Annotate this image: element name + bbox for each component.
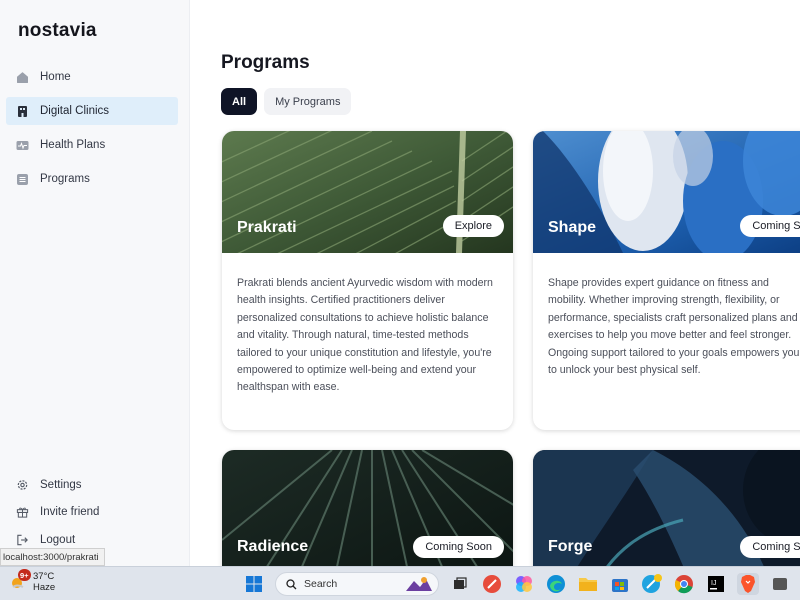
forge-image: Forge Coming Soon [533,450,800,566]
explore-button[interactable]: Explore [442,215,504,237]
coming-soon-button[interactable]: Coming Soon [413,536,504,558]
heartbeat-icon [16,139,29,152]
card-title: Prakrati [237,219,297,236]
jetbrains-icon[interactable]: IJ [705,573,727,595]
radience-image: Radience Coming Soon [222,450,513,566]
card-title: Shape [548,219,597,236]
coming-soon-button[interactable]: Coming Soon [740,215,800,237]
file-explorer-icon[interactable] [577,573,599,595]
program-card-prakrati[interactable]: Prakrati Explore Prakrati blends ancient… [222,131,513,430]
card-title: Radience [237,538,309,555]
sidebar-nav: Home Digital Clinics Health Plans Progra… [6,63,178,199]
sidebar-item-label: Invite friend [40,506,100,519]
sidebar-item-health-plans[interactable]: Health Plans [6,131,178,159]
sidebar-item-home[interactable]: Home [6,63,178,91]
taskbar: 9+ 37°C Haze Search IJ [0,566,800,600]
sidebar-item-label: Home [40,71,71,83]
app-window: nostavia Home Digital Clinics Health Pla… [0,0,800,566]
logout-icon [16,533,29,546]
card-description: Prakrati blends ancient Ayurvedic wisdom… [237,277,493,394]
sidebar-item-label: Health Plans [40,139,106,151]
home-icon [16,71,29,84]
app-notification-icon[interactable] [641,573,663,595]
weather-text: 37°C Haze [33,571,55,593]
clinic-icon [16,105,29,118]
sidebar-item-label: Programs [40,173,90,185]
taskbar-search[interactable]: Search [275,572,439,596]
copilot-icon[interactable] [513,573,535,595]
sidebar-bottom-nav: Settings Invite friend Logout [6,471,178,554]
program-card-shape[interactable]: Shape Coming Soon Shape provides expert … [533,131,800,430]
list-icon [16,173,29,186]
search-placeholder: Search [304,578,338,590]
sidebar-item-digital-clinics[interactable]: Digital Clinics [6,97,178,125]
shape-image: Shape Coming Soon [533,131,800,253]
gift-icon [16,506,29,519]
edge-browser-icon[interactable] [545,573,567,595]
store-icon[interactable] [609,573,631,595]
app-extra-icon[interactable] [769,573,791,595]
card-description: Shape provides expert guidance on fitnes… [548,277,800,377]
sidebar-item-label: Digital Clinics [40,105,110,117]
brave-browser-icon[interactable] [737,573,759,595]
page-title: Programs [221,52,310,73]
program-card-radience[interactable]: Radience Coming Soon [222,450,513,566]
weather-desc: Haze [33,582,56,593]
app-logo[interactable]: nostavia [18,20,97,42]
notification-badge: 9+ [18,569,31,581]
gear-icon [16,478,29,491]
task-view-icon[interactable] [449,573,471,595]
coming-soon-button[interactable]: Coming Soon [740,536,800,558]
sidebar-item-label: Logout [40,533,76,546]
app-red-icon[interactable] [481,573,503,595]
program-tabs: All My Programs [221,88,352,115]
sidebar-item-invite-friend[interactable]: Invite friend [6,499,178,527]
taskbar-icons: Search IJ [243,572,791,596]
chrome-icon[interactable] [673,573,695,595]
sidebar-item-label: Settings [40,478,82,491]
sidebar-item-programs[interactable]: Programs [6,165,178,193]
windows-start-icon[interactable] [243,573,265,595]
card-title: Forge [548,538,593,555]
program-card-forge[interactable]: Forge Coming Soon [533,450,800,566]
main-content: Programs All My Programs Prakrati Explor… [191,0,800,566]
weather-sun-icon: 9+ [9,569,31,592]
tab-my-programs[interactable]: My Programs [264,88,352,115]
sidebar: nostavia Home Digital Clinics Health Pla… [0,0,190,566]
sidebar-item-settings[interactable]: Settings [6,471,178,499]
weather-temp: 37°C [33,571,55,582]
status-url-tooltip: localhost:3000/prakrati [0,548,105,566]
prakrati-image: Prakrati Explore [222,131,513,253]
svg-text:IJ: IJ [711,580,716,587]
search-highlight-icon [406,577,432,591]
weather-widget[interactable]: 9+ 37°C Haze [9,569,55,593]
tab-all[interactable]: All [221,88,258,115]
search-icon [286,578,297,589]
